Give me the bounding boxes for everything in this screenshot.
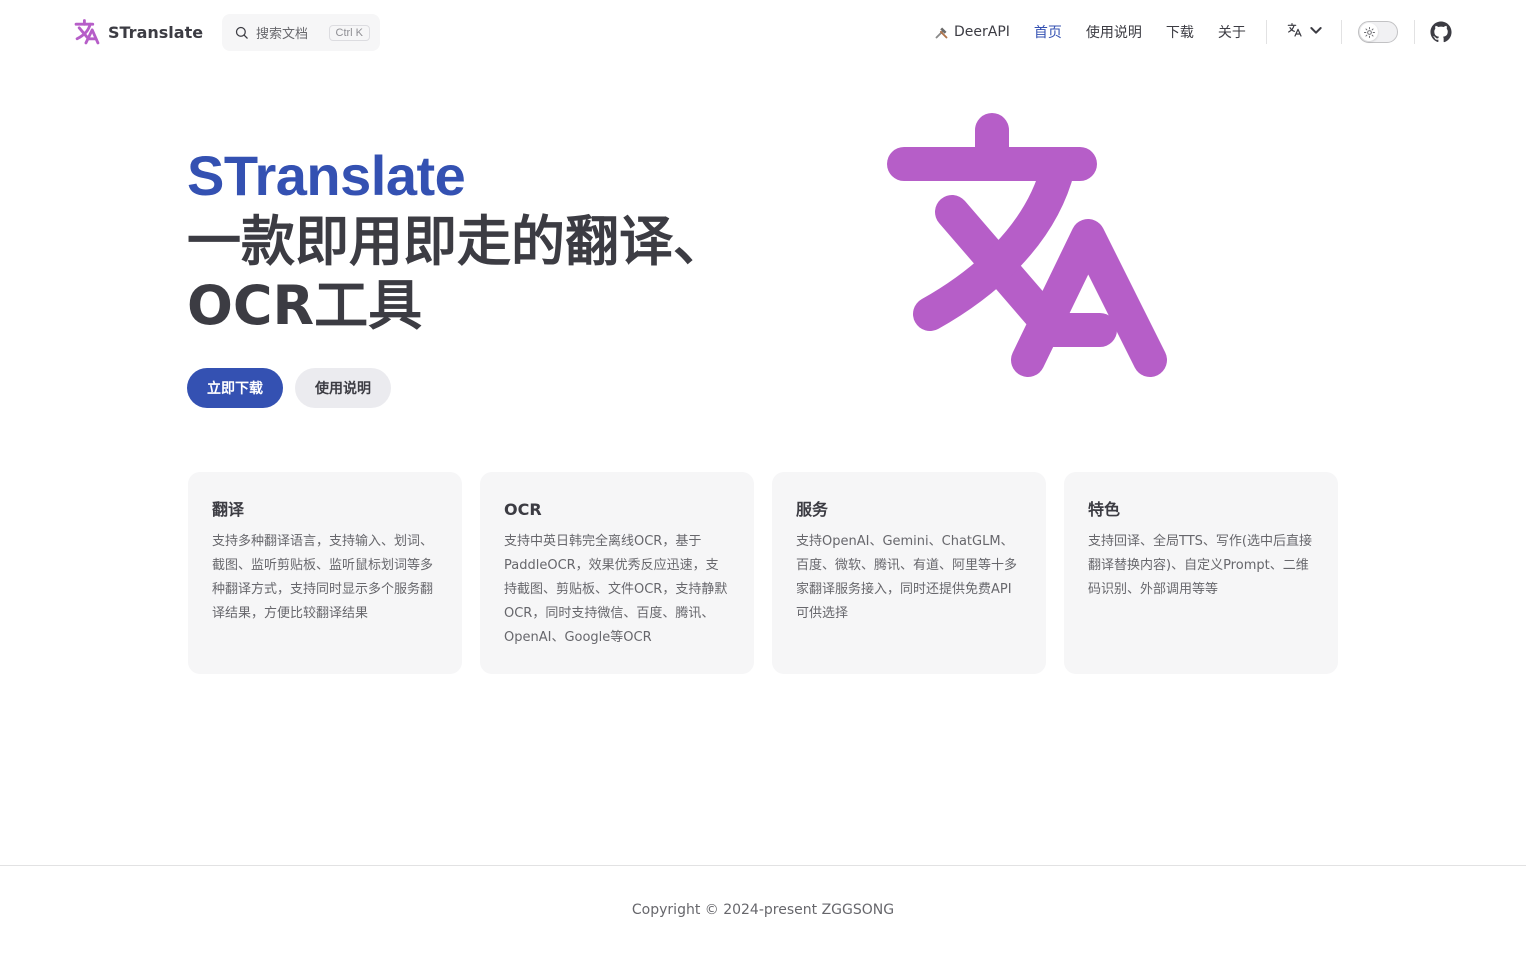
copyright-text: Copyright © 2024-present ZGGSONG: [631, 902, 895, 918]
brand-title: STranslate: [108, 22, 204, 42]
nav-menu: DeerAPI 首页 使用说明 下载 关于: [934, 19, 1246, 45]
hero-actions: 立即下载 使用说明: [187, 368, 391, 408]
translate-logo-icon: [74, 19, 100, 45]
nav-link-home[interactable]: 首页: [1034, 22, 1062, 42]
feature-card-services: 服务 支持OpenAI、Gemini、ChatGLM、百度、微软、腾讯、有道、阿…: [772, 472, 1046, 674]
feature-title: 翻译: [212, 500, 245, 519]
hero-name: STranslate: [187, 144, 466, 207]
feature-card-highlights: 特色 支持回译、全局TTS、写作(选中后直接翻译替换内容)、自定义Prompt、…: [1064, 472, 1338, 674]
feature-title: OCR: [504, 500, 542, 519]
feature-details: 支持OpenAI、Gemini、ChatGLM、百度、微软、腾讯、有道、阿里等十…: [796, 534, 1018, 621]
search-icon: [235, 26, 248, 39]
feature-details: 支持回译、全局TTS、写作(选中后直接翻译替换内容)、自定义Prompt、二维码…: [1088, 534, 1312, 597]
feature-details: 支持多种翻译语言，支持输入、划词、截图、监听剪贴板、监听鼠标划词等多种翻译方式，…: [212, 534, 434, 621]
feature-card-ocr: OCR 支持中英日韩完全离线OCR，基于PaddleOCR，效果优秀反应迅速，支…: [480, 472, 754, 674]
nav-link-guide[interactable]: 使用说明: [1086, 22, 1142, 42]
feature-title: 服务: [796, 500, 829, 519]
appearance-toggle[interactable]: [1358, 21, 1398, 43]
nav-divider: [1341, 20, 1342, 44]
search-placeholder: 搜索文档: [256, 27, 309, 42]
feature-card-translate: 翻译 支持多种翻译语言，支持输入、划词、截图、监听剪贴板、监听鼠标划词等多种翻译…: [188, 472, 462, 674]
nav-link-download[interactable]: 下载: [1166, 22, 1194, 42]
footer: Copyright © 2024-present ZGGSONG: [0, 865, 1526, 954]
brand-link[interactable]: STranslate: [74, 18, 203, 46]
hero-logo-icon: [887, 113, 1167, 377]
tools-icon: [935, 27, 948, 38]
language-menu-button[interactable]: [1287, 22, 1324, 38]
page: STranslate 搜索文档 Ctrl K DeerAPI 首页 使用说明 下…: [0, 0, 1526, 954]
sun-icon: [1363, 26, 1375, 38]
nav-link-about[interactable]: 关于: [1218, 22, 1246, 42]
top-nav: STranslate 搜索文档 Ctrl K DeerAPI 首页 使用说明 下…: [0, 0, 1526, 64]
search-button[interactable]: 搜索文档 Ctrl K: [222, 14, 380, 51]
guide-button[interactable]: 使用说明: [295, 368, 391, 408]
nav-divider: [1414, 20, 1415, 44]
github-icon[interactable]: [1430, 21, 1452, 43]
search-shortcut: Ctrl K: [328, 24, 370, 41]
download-button[interactable]: 立即下载: [187, 368, 283, 408]
nav-link-label: DeerAPI: [954, 24, 1010, 40]
chevron-down-icon: [1310, 27, 1322, 34]
toggle-knob: [1360, 23, 1378, 41]
nav-divider: [1266, 20, 1267, 44]
language-icon: [1287, 23, 1302, 37]
hero-tagline: 一款即用即走的翻译、OCR工具: [187, 210, 727, 337]
feature-title: 特色: [1088, 500, 1121, 519]
nav-link-deerapi[interactable]: DeerAPI: [934, 24, 1010, 40]
feature-details: 支持中英日韩完全离线OCR，基于PaddleOCR，效果优秀反应迅速，支持截图、…: [504, 534, 728, 645]
